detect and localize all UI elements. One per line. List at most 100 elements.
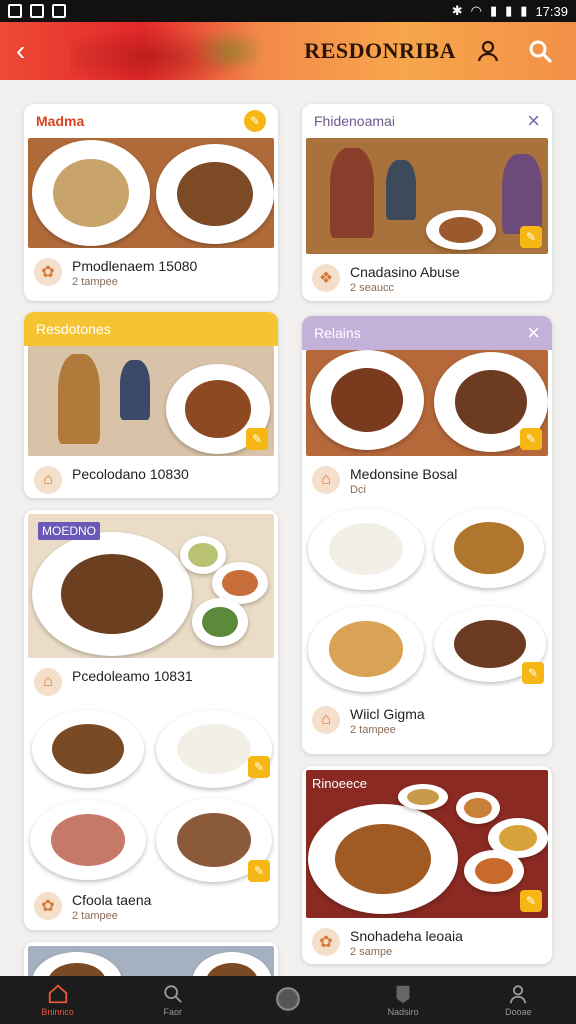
home-icon	[48, 984, 67, 1004]
dish-plate[interactable]	[308, 508, 424, 590]
notification-icon	[52, 4, 66, 18]
card-header: Resdotones	[24, 312, 278, 346]
card-header-label: Madma	[36, 113, 85, 129]
dish-plate[interactable]	[308, 606, 424, 692]
home-icon: ⌂	[34, 466, 62, 494]
card-footer: ❖ Cnadasino Abuse 2 seaucc	[302, 254, 552, 301]
wifi-icon: ◠	[470, 3, 482, 18]
home-icon: ⌂	[34, 668, 62, 696]
tag-icon[interactable]: ✎	[520, 890, 542, 912]
nav-item-search[interactable]: Faor	[133, 983, 213, 1017]
card-footer: ✿ Cfoola taena 2 tampee	[24, 882, 278, 930]
diner-figure	[58, 354, 100, 444]
nav-label: Bninnco	[41, 1007, 74, 1017]
dish-plate	[426, 210, 496, 250]
tag-icon[interactable]: ✎	[246, 428, 268, 450]
notification-icon	[8, 4, 22, 18]
home-icon: ⌂	[312, 466, 340, 494]
tag-icon	[396, 985, 410, 1004]
diner-figure	[386, 160, 416, 220]
card-header-label: Fhidenoamai	[314, 113, 395, 129]
user-icon[interactable]	[474, 37, 502, 65]
dish-plate[interactable]	[30, 800, 146, 880]
card-header-label: Rinoeece	[312, 776, 367, 791]
bluetooth-icon: ✱	[451, 3, 463, 18]
edit-icon[interactable]: ✎	[244, 110, 266, 132]
card-footer: ✿ Pmodlenaem 15080 2 tampee	[24, 248, 278, 298]
battery-icon: ▮	[520, 3, 528, 18]
flower-icon: ✿	[34, 258, 62, 286]
food-photo: Rinoeece ✎	[306, 770, 548, 918]
card-title: Wiicl Gigma	[350, 706, 425, 722]
nav-item-tag[interactable]: Nadsiro	[363, 983, 443, 1017]
dish-plate[interactable]	[32, 710, 144, 788]
card-title: Snohadeha leoaia	[350, 928, 463, 944]
nav-item-center[interactable]	[248, 986, 328, 1014]
restaurant-card[interactable]: MOEDNO ⌂ Pcedoleamo 10831 ✎ ✎ ✿ Cfoola t…	[24, 510, 278, 930]
notification-icon	[30, 4, 44, 18]
dish-grid	[302, 506, 552, 696]
close-icon[interactable]: ×	[527, 322, 540, 344]
food-photo: MOEDNO	[28, 514, 274, 658]
app-title: RESDONRIBA	[304, 38, 456, 63]
restaurant-photo: ✎	[28, 346, 274, 456]
search-icon[interactable]	[526, 37, 554, 65]
dish-plate	[308, 804, 458, 914]
nav-item-home[interactable]: Bninnco	[18, 983, 98, 1017]
card-title: Cnadasino Abuse	[350, 264, 460, 280]
card-subtitle: Dci	[350, 484, 366, 496]
card-subtitle: 2 sampe	[350, 946, 393, 958]
food-photo: ✎	[306, 350, 548, 456]
flower-icon: ✿	[34, 892, 62, 920]
tag-icon[interactable]: ✎	[522, 662, 544, 684]
tag-icon[interactable]: ✎	[520, 226, 542, 248]
search-icon	[164, 985, 182, 1003]
signal-icon: ▮	[505, 3, 513, 18]
card-title: Pcedoleamo 10831	[72, 668, 193, 684]
nav-item-profile[interactable]: Dooae	[478, 983, 558, 1017]
diner-figure	[330, 148, 374, 238]
card-title: Pecolodano 10830	[72, 466, 189, 482]
status-time: 17:39	[535, 3, 568, 19]
card-footer: ⌂ Pecolodano 10830	[24, 456, 278, 498]
profile-icon	[510, 985, 527, 1004]
dish-plate	[156, 144, 274, 244]
restaurant-card[interactable]: Madma ✎ ✿ Pmodlenaem 15080 2 tampee	[24, 104, 278, 301]
dish-plate	[32, 532, 192, 656]
leaf-icon: ❖	[312, 264, 340, 292]
home-icon: ⌂	[312, 706, 340, 734]
signal-icon: ▮	[489, 3, 498, 18]
close-icon[interactable]: ×	[527, 110, 540, 132]
tag-icon[interactable]: ✎	[520, 428, 542, 450]
restaurant-card[interactable]: Relains × ✎ ⌂ Medonsine Bosal Dci ⌂ Wiic…	[302, 316, 552, 754]
card-subtitle: 2 tampee	[72, 276, 118, 288]
food-photo	[28, 138, 274, 248]
restaurant-photo: ✎	[306, 138, 548, 254]
tag-icon[interactable]: ✎	[248, 860, 270, 882]
card-subtitle: 2 tampee	[72, 910, 118, 922]
back-button[interactable]: ‹	[16, 37, 46, 65]
restaurant-card[interactable]: Resdotones ✎ ⌂ Pecolodano 10830	[24, 312, 278, 498]
app-bar-decoration	[190, 26, 270, 76]
card-title: Medonsine Bosal	[350, 466, 458, 482]
diner-figure	[120, 360, 150, 420]
status-bar: ✱ ◠ ▮ ▮ ▮ 17:39	[0, 0, 576, 22]
card-subtitle: 2 seaucc	[350, 282, 395, 294]
dish-plate	[456, 792, 500, 824]
restaurant-card[interactable]: Rinoeece ✎ ✿ Snohadeha leoaia 2 sampe	[302, 766, 552, 964]
card-header-label: Resdotones	[36, 321, 111, 337]
flower-icon: ✿	[312, 928, 340, 956]
circle-icon	[276, 987, 300, 1011]
card-title: Pmodlenaem 15080	[72, 258, 198, 274]
card-subtitle: 2 tampee	[350, 724, 396, 736]
card-header: Fhidenoamai ×	[302, 104, 552, 138]
card-footer: ⌂ Pcedoleamo 10831	[24, 658, 278, 706]
card-footer: ⌂ Wiicl Gigma 2 tampee ✎	[302, 662, 552, 746]
card-title: Cfoola taena	[72, 892, 152, 908]
card-header: Relains ×	[302, 316, 552, 350]
dish-plate[interactable]	[434, 508, 544, 588]
dish-plate	[32, 140, 150, 246]
tag-icon[interactable]: ✎	[248, 756, 270, 778]
restaurant-card[interactable]: Fhidenoamai × ✎ ❖ Cnadasino Abuse 2 seau…	[302, 104, 552, 301]
app-bar: ‹ RESDONRIBA	[0, 22, 576, 80]
